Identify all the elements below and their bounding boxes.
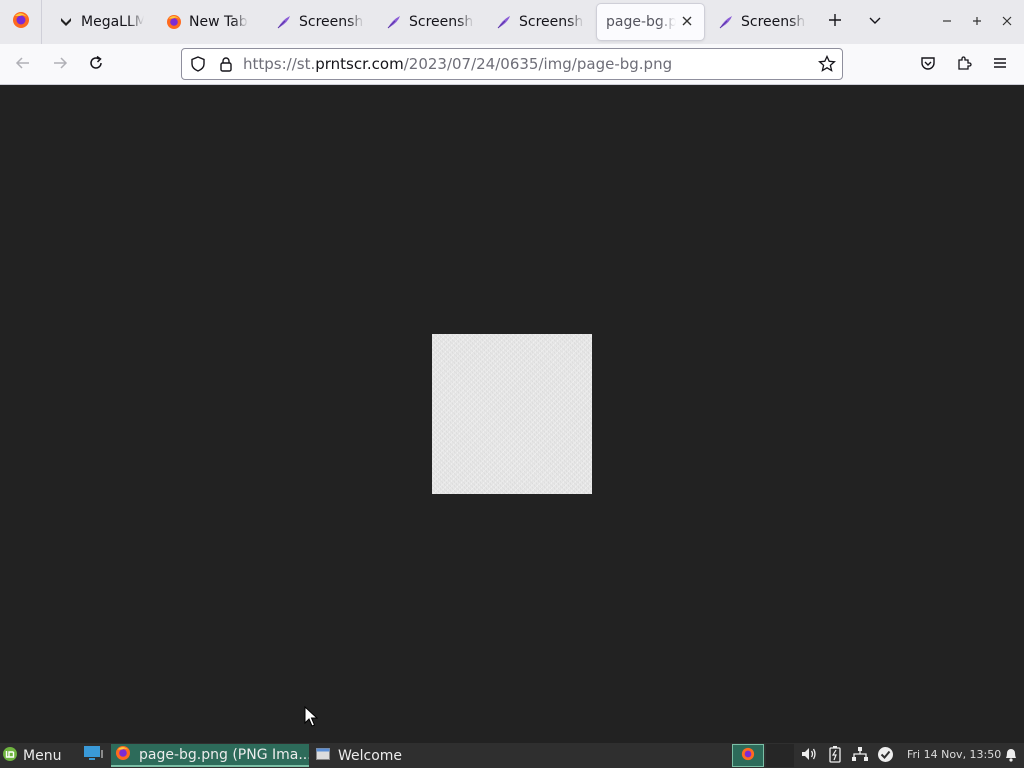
firefox-icon <box>115 745 131 765</box>
tab-label: page-bg.png <box>606 14 676 30</box>
taskbar-window-firefox[interactable]: page-bg.png (PNG Ima... <box>111 744 309 767</box>
update-manager-button[interactable] <box>876 746 894 767</box>
pocket-button[interactable] <box>915 52 941 78</box>
feather-icon <box>496 14 512 30</box>
reload-icon <box>88 55 104 75</box>
show-desktop-button[interactable] <box>80 746 108 764</box>
tab-label: Screenshot <box>519 14 584 30</box>
system-taskbar: Menu page-bg.png (PNG Ima... Welcome Fri… <box>0 743 1024 768</box>
megallm-favicon-icon <box>58 14 74 30</box>
pocket-icon <box>920 55 936 75</box>
tab-new-tab[interactable]: New Tab <box>154 4 262 40</box>
url-text[interactable]: https://st.prntscr.com/2023/07/24/0635/i… <box>243 55 672 73</box>
image-viewer-content <box>0 85 1024 743</box>
shield-icon[interactable] <box>190 56 206 76</box>
hamburger-menu-icon <box>992 55 1008 75</box>
arrow-right-icon <box>52 55 68 75</box>
url-prefix: https://st. <box>243 55 316 73</box>
new-tab-button[interactable] <box>824 11 846 33</box>
battery-button[interactable] <box>826 745 844 767</box>
extensions-button[interactable] <box>951 52 977 78</box>
url-domain: prntscr.com <box>315 55 404 73</box>
bell-icon <box>1003 746 1019 766</box>
forward-button[interactable] <box>47 52 73 78</box>
menu-label: Menu <box>23 747 62 764</box>
tab-label: MegaLLM <box>81 14 144 30</box>
list-all-tabs-button[interactable] <box>864 11 886 33</box>
back-button[interactable] <box>10 52 36 78</box>
workspace-switcher-2[interactable] <box>766 744 794 767</box>
tab-screenshot[interactable]: Screenshot <box>484 4 592 40</box>
arrow-left-icon <box>15 55 31 75</box>
close-window-button[interactable] <box>996 11 1018 33</box>
maximize-window-button[interactable] <box>966 11 988 33</box>
network-icon <box>851 746 869 766</box>
bookmark-star-icon[interactable] <box>818 54 836 77</box>
chevron-down-icon <box>868 13 882 31</box>
displayed-png-image[interactable] <box>432 334 592 494</box>
feather-icon <box>386 14 402 30</box>
tab-strip: MegaLLM New Tab Screenshot Screenshot Sc… <box>0 0 1024 44</box>
network-button[interactable] <box>851 747 869 765</box>
firefox-icon <box>166 14 182 30</box>
minimize-window-button[interactable] <box>936 11 958 33</box>
tab-label: Screenshot <box>741 14 806 30</box>
navigation-toolbar: https://st.prntscr.com/2023/07/24/0635/i… <box>0 44 1024 85</box>
speaker-icon <box>800 746 818 766</box>
firefox-view-button[interactable] <box>0 0 42 44</box>
window-title: Welcome <box>338 747 403 764</box>
tab-label: New Tab <box>189 14 248 30</box>
mint-logo-icon <box>2 746 18 766</box>
minimize-icon <box>942 14 952 30</box>
tab-megallm[interactable]: MegaLLM <box>46 4 152 40</box>
window-title: page-bg.png (PNG Ima... <box>139 746 309 763</box>
taskbar-window-welcome[interactable]: Welcome <box>312 744 462 767</box>
checkmark-shield-icon <box>877 746 894 767</box>
firefox-icon <box>12 11 30 33</box>
workspace-switcher-1[interactable] <box>732 744 764 767</box>
tab-screenshot[interactable]: Screenshot <box>706 4 814 40</box>
close-tab-icon[interactable] <box>680 14 694 28</box>
start-menu-button[interactable]: Menu <box>2 743 61 768</box>
firefox-icon <box>741 747 755 765</box>
lock-icon[interactable] <box>218 56 234 76</box>
tab-page-bg-active[interactable]: page-bg.png <box>597 4 704 40</box>
tab-screenshot[interactable]: Screenshot <box>264 4 372 40</box>
app-menu-button[interactable] <box>987 52 1013 78</box>
notifications-button[interactable] <box>1002 747 1020 765</box>
tab-screenshot[interactable]: Screenshot <box>374 4 482 40</box>
taskbar-clock[interactable]: Fri 14 Nov, 13:50 <box>907 748 1001 761</box>
puzzle-icon <box>956 55 972 75</box>
feather-icon <box>718 14 734 30</box>
mouse-cursor-icon <box>304 705 319 732</box>
address-bar[interactable]: https://st.prntscr.com/2023/07/24/0635/i… <box>181 48 843 80</box>
close-icon <box>1002 14 1012 30</box>
tab-label: Screenshot <box>409 14 474 30</box>
tab-label: Screenshot <box>299 14 364 30</box>
feather-icon <box>276 14 292 30</box>
battery-charging-icon <box>829 745 841 767</box>
reload-button[interactable] <box>83 52 109 78</box>
desktop-icon <box>83 744 105 766</box>
volume-button[interactable] <box>800 747 818 765</box>
window-icon <box>316 747 330 764</box>
maximize-icon <box>972 14 982 30</box>
plus-icon <box>828 13 842 31</box>
url-path: /2023/07/24/0635/img/page-bg.png <box>403 55 673 73</box>
